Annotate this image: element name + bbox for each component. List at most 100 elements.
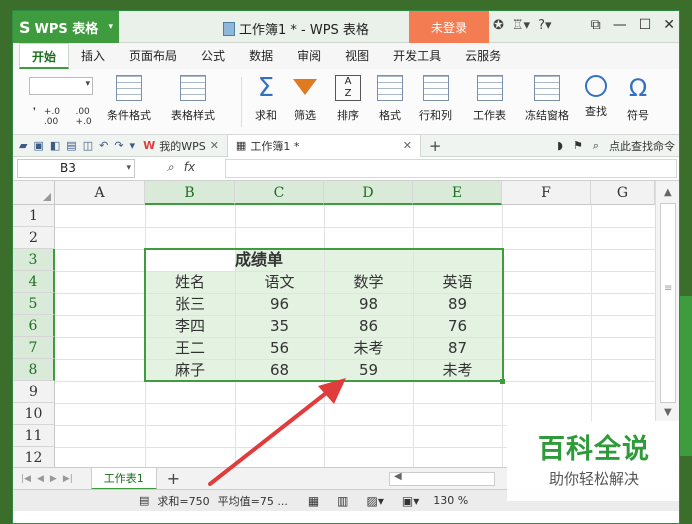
- app-menu-button[interactable]: S WPS 表格 ▾: [13, 11, 119, 43]
- table-cell[interactable]: 未考: [413, 359, 502, 381]
- tab-data[interactable]: 数据: [237, 43, 285, 69]
- table-cell[interactable]: 87: [413, 337, 502, 359]
- table-cell[interactable]: 76: [413, 315, 502, 337]
- tab-insert[interactable]: 插入: [69, 43, 117, 69]
- first-sheet-icon[interactable]: |◀: [21, 474, 31, 484]
- increase-decimal-button[interactable]: +.0 .00: [44, 107, 68, 127]
- minimize-icon[interactable]: —: [613, 17, 627, 33]
- help-button[interactable]: ?▾: [538, 18, 551, 33]
- column-header-g[interactable]: G: [591, 181, 655, 205]
- table-cell[interactable]: 张三: [145, 293, 235, 315]
- new-tab-icon[interactable]: +: [429, 137, 442, 155]
- prev-sheet-icon[interactable]: ◀: [37, 474, 44, 484]
- column-header-c[interactable]: C: [235, 181, 324, 205]
- undo-icon[interactable]: ↶: [99, 139, 108, 152]
- row-header-1[interactable]: 1: [13, 205, 55, 227]
- zoom-search-icon[interactable]: ⌕: [167, 160, 174, 175]
- row-header-10[interactable]: 10: [13, 403, 55, 425]
- table-cell[interactable]: 86: [324, 315, 413, 337]
- tab-cloud[interactable]: 云服务: [453, 43, 513, 69]
- normal-view-icon[interactable]: ▦: [308, 494, 319, 508]
- number-format-select[interactable]: [29, 77, 93, 95]
- close-icon[interactable]: ✕: [663, 17, 675, 33]
- shirt-icon[interactable]: ♖▾: [512, 18, 530, 33]
- open-icon[interactable]: ▰: [19, 139, 27, 152]
- row-header-4[interactable]: 4: [13, 271, 55, 293]
- close-icon[interactable]: ✕: [210, 139, 219, 152]
- find-button[interactable]: 查找: [585, 75, 607, 119]
- table-cell[interactable]: 李四: [145, 315, 235, 337]
- last-sheet-icon[interactable]: ▶|: [63, 474, 73, 484]
- table-cell[interactable]: 89: [413, 293, 502, 315]
- save-icon[interactable]: ▣: [33, 139, 43, 152]
- column-header-d[interactable]: D: [324, 181, 413, 205]
- row-header-11[interactable]: 11: [13, 425, 55, 447]
- print-icon[interactable]: ▤: [66, 139, 76, 152]
- table-cell[interactable]: 35: [235, 315, 324, 337]
- redo-icon[interactable]: ↷: [114, 139, 123, 152]
- scroll-down-icon[interactable]: ▼: [664, 407, 672, 418]
- horizontal-scrollbar[interactable]: ◀: [389, 471, 495, 486]
- sum-button[interactable]: Σ 求和: [253, 75, 279, 123]
- header-cell-math[interactable]: 数学: [324, 271, 413, 293]
- page-break-view-icon[interactable]: ▨▾: [367, 494, 384, 508]
- table-style-button[interactable]: 表格样式: [171, 75, 215, 123]
- tab-document[interactable]: ▦ 工作簿1 * ✕: [226, 134, 421, 157]
- decrease-decimal-button[interactable]: .00 +.0: [75, 107, 99, 127]
- skin-icon[interactable]: ✪: [493, 18, 504, 33]
- symbol-button[interactable]: Ω 符号: [625, 75, 651, 123]
- table-cell[interactable]: 未考: [324, 337, 413, 359]
- maximize-icon[interactable]: ☐: [639, 17, 652, 33]
- table-cell[interactable]: 68: [235, 359, 324, 381]
- format-button[interactable]: 格式: [377, 75, 403, 123]
- table-cell[interactable]: 96: [235, 293, 324, 315]
- page-layout-view-icon[interactable]: ▥: [337, 494, 348, 508]
- scroll-up-icon[interactable]: ▲: [664, 187, 672, 198]
- table-cell[interactable]: 王二: [145, 337, 235, 359]
- row-header-3[interactable]: 3: [13, 249, 55, 271]
- select-all-corner[interactable]: [13, 181, 55, 205]
- sheet-tab-1[interactable]: 工作表1: [90, 467, 157, 490]
- column-header-a[interactable]: A: [55, 181, 145, 205]
- login-button[interactable]: 未登录: [409, 11, 489, 43]
- formula-input[interactable]: [225, 159, 677, 178]
- restore-icon[interactable]: ⧉: [591, 17, 601, 33]
- reading-view-icon[interactable]: ▣▾: [402, 494, 419, 508]
- zoom-level[interactable]: 130 %: [433, 494, 468, 507]
- tab-view[interactable]: 视图: [333, 43, 381, 69]
- row-header-6[interactable]: 6: [13, 315, 55, 337]
- table-title[interactable]: 成绩单: [235, 249, 413, 271]
- table-cell[interactable]: 59: [324, 359, 413, 381]
- name-box[interactable]: B3: [17, 159, 135, 178]
- tab-formula[interactable]: 公式: [189, 43, 237, 69]
- sort-button[interactable]: AZ 排序: [335, 75, 361, 123]
- row-header-9[interactable]: 9: [13, 381, 55, 403]
- next-sheet-icon[interactable]: ▶: [50, 474, 57, 484]
- header-cell-english[interactable]: 英语: [413, 271, 502, 293]
- tab-my-wps[interactable]: W 我的WPS ✕: [135, 135, 227, 157]
- tab-review[interactable]: 审阅: [285, 43, 333, 69]
- table-cell[interactable]: 56: [235, 337, 324, 359]
- filter-button[interactable]: 筛选: [293, 75, 317, 123]
- tab-page-layout[interactable]: 页面布局: [117, 43, 189, 69]
- scroll-thumb[interactable]: [660, 203, 676, 403]
- row-header-5[interactable]: 5: [13, 293, 55, 315]
- close-icon[interactable]: ✕: [403, 139, 412, 152]
- preview-icon[interactable]: ◫: [83, 139, 93, 152]
- header-cell-chinese[interactable]: 语文: [235, 271, 324, 293]
- column-header-e[interactable]: E: [413, 181, 502, 205]
- table-cell[interactable]: 98: [324, 293, 413, 315]
- freeze-panes-button[interactable]: 冻结窗格: [525, 75, 569, 123]
- search-command-input[interactable]: 点此查找命令: [609, 138, 675, 154]
- fx-icon[interactable]: fx: [184, 160, 195, 175]
- comma-style-icon[interactable]: ❜: [33, 107, 36, 127]
- tab-developer[interactable]: 开发工具: [381, 43, 453, 69]
- table-cell[interactable]: 麻子: [145, 359, 235, 381]
- pdf-icon[interactable]: ◧: [50, 139, 60, 152]
- row-header-12[interactable]: 12: [13, 447, 55, 467]
- row-header-7[interactable]: 7: [13, 337, 55, 359]
- column-header-b[interactable]: B: [145, 181, 235, 205]
- worksheet-button[interactable]: 工作表: [473, 75, 506, 123]
- scroll-left-icon[interactable]: ◀: [394, 471, 402, 482]
- add-sheet-icon[interactable]: +: [167, 469, 180, 488]
